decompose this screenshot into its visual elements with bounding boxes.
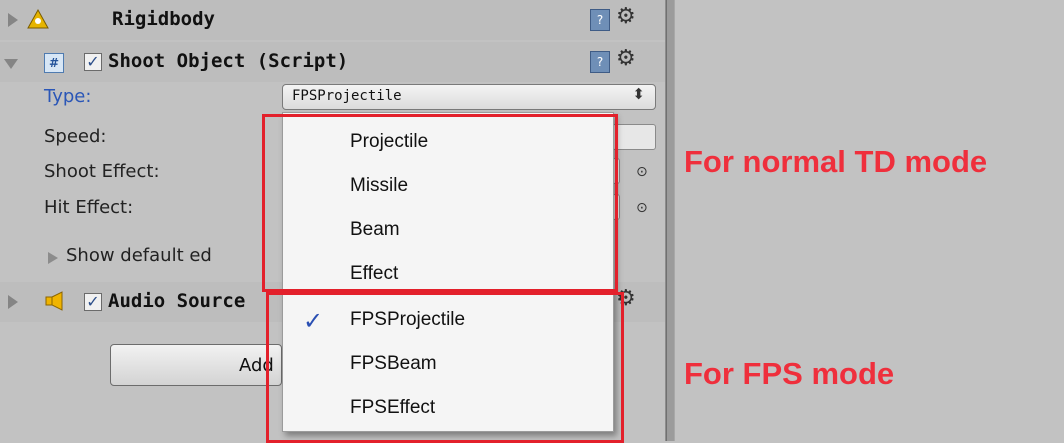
enabled-checkbox[interactable]: ✓: [84, 53, 102, 71]
gear-icon[interactable]: ⚙: [616, 4, 636, 29]
foldout-arrow-icon[interactable]: [48, 252, 58, 264]
fps-mode-callout-box: [266, 292, 624, 443]
add-component-button[interactable]: Add: [110, 344, 282, 386]
object-picker-icon[interactable]: ⊙: [636, 164, 648, 180]
shoot-object-header[interactable]: # ✓ Shoot Object (Script) ? ⚙: [0, 42, 665, 82]
component-title: Rigidbody: [112, 8, 215, 30]
select-arrows-icon: ⬍: [632, 85, 645, 103]
shoot-effect-label: Shoot Effect:: [44, 161, 160, 182]
fold-open-icon[interactable]: [4, 59, 18, 69]
enabled-checkbox[interactable]: ✓: [84, 293, 102, 311]
fold-arrow-icon[interactable]: [8, 13, 18, 27]
hit-effect-label: Hit Effect:: [44, 197, 134, 218]
fps-mode-annotation: For FPS mode: [684, 356, 895, 391]
rigidbody-icon: [27, 8, 49, 29]
show-default-editor-toggle[interactable]: Show default ed: [66, 245, 212, 266]
gear-icon[interactable]: ⚙: [616, 46, 636, 71]
component-title: Audio Source: [108, 290, 246, 312]
component-title: Shoot Object (Script): [108, 50, 349, 72]
panel-divider[interactable]: [666, 0, 675, 441]
type-label: Type:: [44, 86, 92, 107]
speed-field[interactable]: [612, 124, 656, 150]
rigidbody-header[interactable]: Rigidbody ? ⚙: [0, 0, 665, 40]
object-picker-icon[interactable]: ⊙: [636, 200, 648, 216]
normal-mode-callout-box: [262, 114, 618, 292]
help-icon[interactable]: ?: [590, 9, 610, 31]
help-icon[interactable]: ?: [590, 51, 610, 73]
speed-label: Speed:: [44, 126, 107, 147]
audio-source-icon: [45, 291, 63, 311]
normal-mode-annotation: For normal TD mode: [684, 144, 988, 179]
type-value: FPSProjectile: [292, 88, 402, 104]
fold-arrow-icon[interactable]: [8, 295, 18, 309]
type-select[interactable]: FPSProjectile ⬍: [282, 84, 656, 110]
csharp-script-icon: #: [44, 53, 64, 73]
